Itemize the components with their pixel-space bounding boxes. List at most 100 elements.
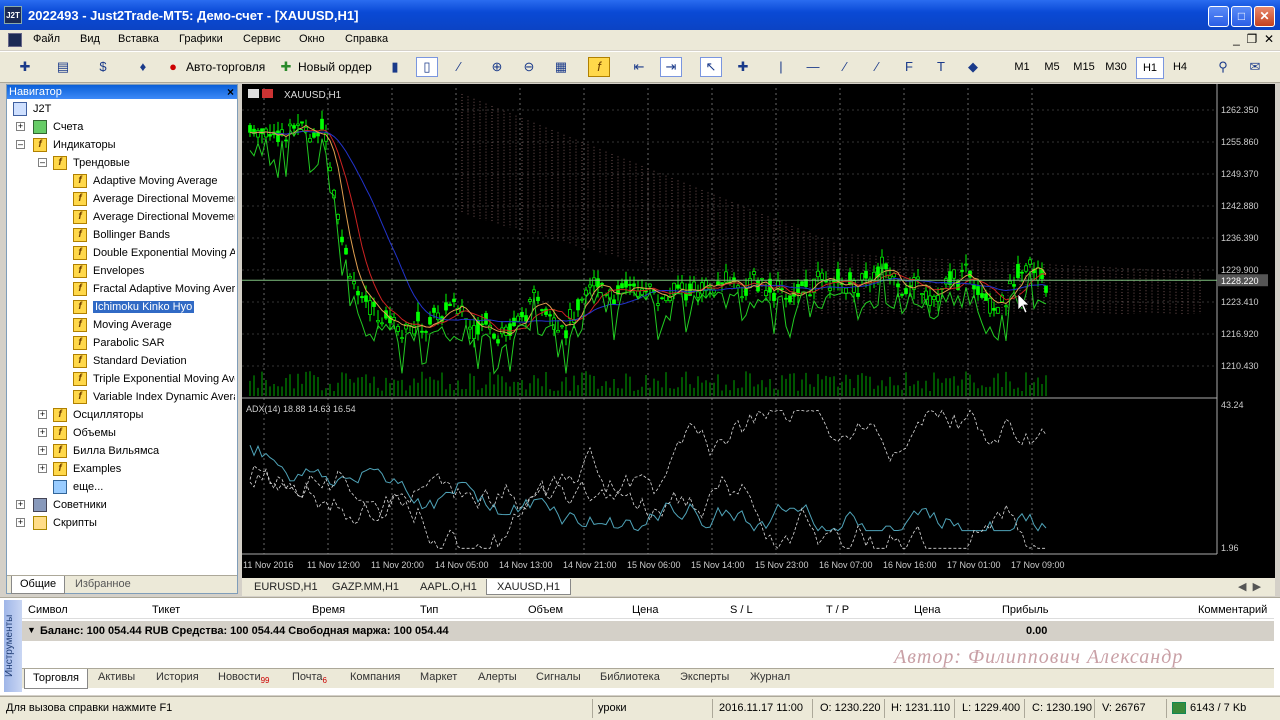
tab-trade[interactable]: Торговля <box>24 669 88 689</box>
tree-scripts[interactable]: Скрипты <box>33 514 97 532</box>
new-order-button[interactable]: Новый ордер <box>298 57 372 79</box>
menu-help[interactable]: Справка <box>345 33 388 45</box>
tab-scroll-arrows[interactable]: ◀ ▶ <box>1238 580 1261 593</box>
menu-window[interactable]: Окно <box>299 33 325 45</box>
maximize-button[interactable]: □ <box>1231 6 1252 27</box>
expand-oscillators[interactable]: + <box>38 410 47 419</box>
tab-assets[interactable]: Активы <box>98 671 135 683</box>
indicator-item[interactable]: f Variable Index Dynamic Average <box>73 388 235 406</box>
menu-insert[interactable]: Вставка <box>118 33 159 45</box>
tab-library[interactable]: Библиотека <box>600 671 660 683</box>
expand-accounts[interactable]: + <box>16 122 25 131</box>
tree-volumes[interactable]: f Объемы <box>53 424 116 442</box>
expand-volumes[interactable]: + <box>38 428 47 437</box>
new-order-icon[interactable]: ✚ <box>275 57 297 77</box>
tab-alerts[interactable]: Алерты <box>478 671 517 683</box>
status-profile[interactable]: уроки <box>598 702 627 714</box>
tree-trend[interactable]: f Трендовые <box>53 154 130 172</box>
zoom-in-icon[interactable]: ⊕ <box>486 57 508 77</box>
col-ticket[interactable]: Тикет <box>152 604 180 616</box>
mdi-controls[interactable]: _ ❐ ✕ <box>1233 32 1274 46</box>
indicator-item[interactable]: f Average Directional Movement Index Wild… <box>73 208 235 226</box>
tab-signals[interactable]: Сигналы <box>536 671 581 683</box>
tab-experts[interactable]: Эксперты <box>680 671 729 683</box>
profiles-icon[interactable]: ▤ <box>52 57 74 77</box>
tab-history[interactable]: История <box>156 671 199 683</box>
autotrade-button[interactable]: Авто-торговля <box>186 57 265 79</box>
zoom-out-icon[interactable]: ⊖ <box>518 57 540 77</box>
price-chart[interactable]: 1228.220 1262.350 1255.860 1249.370 1242.880… <box>242 84 1275 578</box>
indicator-item[interactable]: f Ichimoku Kinko Hyo <box>73 298 235 316</box>
menu-view[interactable]: Вид <box>80 33 100 45</box>
chat-icon[interactable]: ✉ <box>1244 57 1266 77</box>
tab-market[interactable]: Маркет <box>420 671 457 683</box>
tree-experts[interactable]: Советники <box>33 496 107 514</box>
indicator-item[interactable]: f Fractal Adaptive Moving Average <box>73 280 235 298</box>
tree-indicators[interactable]: f Индикаторы <box>33 136 116 154</box>
col-symbol[interactable]: Символ <box>28 604 68 616</box>
fibonacci-icon[interactable]: F <box>898 57 920 77</box>
trend-line-icon[interactable]: ∕ <box>834 57 856 77</box>
collapse-arrow-icon[interactable]: ▼ <box>27 625 36 635</box>
crosshair-icon[interactable]: ✚ <box>732 57 754 77</box>
tab-general[interactable]: Общие <box>11 576 66 594</box>
tree-oscillators[interactable]: f Осцилляторы <box>53 406 143 424</box>
new-chart-icon[interactable]: ✚ <box>14 57 36 77</box>
tab-favorites[interactable]: Избранное <box>75 578 131 590</box>
indicator-item[interactable]: f Moving Average <box>73 316 235 334</box>
tree-bill-williams[interactable]: f Билла Вильямса <box>53 442 159 460</box>
col-sl[interactable]: S / L <box>730 604 753 616</box>
navigator-close-icon[interactable]: × <box>227 85 234 99</box>
expand-examples[interactable]: + <box>38 464 47 473</box>
indicator-item[interactable]: f Average Directional Movement Index <box>73 190 235 208</box>
collapse-indicators[interactable]: – <box>16 140 25 149</box>
indicator-item[interactable]: f Bollinger Bands <box>73 226 235 244</box>
col-comment[interactable]: Комментарий <box>1198 604 1267 616</box>
col-price[interactable]: Цена <box>632 604 658 616</box>
chart-shift-icon[interactable]: ⇥ <box>660 57 682 77</box>
tile-windows-icon[interactable]: ▦ <box>550 57 572 77</box>
indicator-item[interactable]: f Parabolic SAR <box>73 334 235 352</box>
menu-charts[interactable]: Графики <box>179 33 223 45</box>
autoscroll-icon[interactable]: ⇤ <box>628 57 650 77</box>
timeframe-m1[interactable]: M1 <box>1008 57 1036 79</box>
horizontal-line-icon[interactable]: — <box>802 57 824 77</box>
timeframe-m15[interactable]: M15 <box>1070 57 1098 79</box>
collapse-trend[interactable]: – <box>38 158 47 167</box>
timeframe-h4[interactable]: H4 <box>1166 57 1194 79</box>
tree-examples[interactable]: f Examples <box>53 460 121 478</box>
autotrade-icon[interactable]: ● <box>162 57 184 77</box>
expand-bill-williams[interactable]: + <box>38 446 47 455</box>
chart-tab-gazp[interactable]: GAZP.MM,H1 <box>322 579 409 595</box>
tab-news[interactable]: Новости99 <box>218 671 270 685</box>
tab-company[interactable]: Компания <box>350 671 400 683</box>
chart-tab-eurusd[interactable]: EURUSD,H1 <box>244 579 328 595</box>
menu-tools[interactable]: Сервис <box>243 33 281 45</box>
line-chart-icon[interactable]: ∕ <box>448 57 470 77</box>
indicator-item[interactable]: f Standard Deviation <box>73 352 235 370</box>
tree-accounts[interactable]: Счета <box>33 118 83 136</box>
indicator-item[interactable]: f Envelopes <box>73 262 235 280</box>
col-type[interactable]: Тип <box>420 604 438 616</box>
indicator-item[interactable]: f Adaptive Moving Average <box>73 172 235 190</box>
market-watch-icon[interactable]: $ <box>92 57 114 77</box>
menu-file[interactable]: Файл <box>33 33 60 45</box>
tree-more[interactable]: еще... <box>53 478 103 496</box>
timeframe-h1[interactable]: H1 <box>1136 57 1164 79</box>
chart-tab-xauusd[interactable]: XAUUSD,H1 <box>486 579 571 595</box>
cursor-icon[interactable]: ↖ <box>700 57 722 77</box>
shapes-icon[interactable]: ◆ <box>962 57 984 77</box>
candlestick-icon[interactable]: ▯ <box>416 57 438 77</box>
indicator-item[interactable]: f Triple Exponential Moving Average <box>73 370 235 388</box>
timeframe-m5[interactable]: M5 <box>1038 57 1066 79</box>
expand-experts[interactable]: + <box>16 500 25 509</box>
metaeditor-icon[interactable]: ♦ <box>132 57 154 77</box>
col-tp[interactable]: T / P <box>826 604 849 616</box>
col-volume[interactable]: Объем <box>528 604 563 616</box>
close-button[interactable]: ✕ <box>1254 6 1275 27</box>
text-label-icon[interactable]: T <box>930 57 952 77</box>
balance-row[interactable]: ▼ Баланс: 100 054.44 RUB Средства: 100 0… <box>22 621 1274 641</box>
document-icon[interactable] <box>8 33 22 47</box>
timeframe-m30[interactable]: M30 <box>1102 57 1130 79</box>
bar-chart-icon[interactable]: ▮ <box>384 57 406 77</box>
